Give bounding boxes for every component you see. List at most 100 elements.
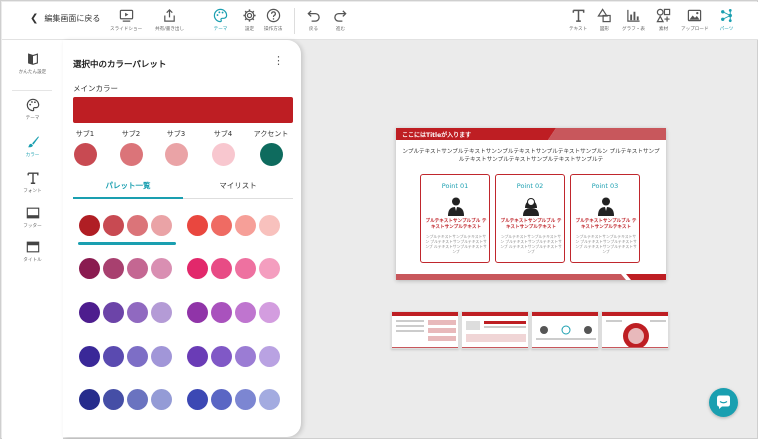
palette-swatch <box>211 302 232 323</box>
theme-label: テーマ <box>213 27 228 32</box>
rail-label-theme: テーマ <box>25 116 40 121</box>
palette-swatch <box>103 215 124 236</box>
rail-item-footer[interactable]: フッター <box>2 206 63 229</box>
sub-color-4[interactable]: サブ4 <box>205 129 241 166</box>
palette-swatch <box>211 346 232 367</box>
top-toolbar: ❮ 編集画面に戻る スライドショー 共有/書き出し テーマ 設定 操作方法 戻る <box>2 2 758 40</box>
palette-icon <box>213 8 228 23</box>
bar-chart-icon <box>627 9 640 22</box>
palette-row[interactable] <box>79 258 289 280</box>
rail-label-title: タイトル <box>23 258 42 263</box>
slide-thumbnail-2[interactable] <box>461 311 529 349</box>
rail-label-easy-setup: かんたん設定 <box>18 70 47 75</box>
share-icon <box>164 9 175 22</box>
palette-icon <box>26 98 39 112</box>
slide-thumbnail-3[interactable] <box>531 311 599 349</box>
slide-body-text: ンプルテキストサンプルテキストサンンプルテキストサンプルテキストサンプルン プル… <box>402 149 660 163</box>
upload-button[interactable]: アップロード <box>681 8 709 32</box>
sub-color-3[interactable]: サブ3 <box>158 129 194 166</box>
tab-palette-list[interactable]: パレット一覧 <box>73 180 183 198</box>
palette-row[interactable] <box>79 346 289 368</box>
settings-label: 設定 <box>244 27 255 32</box>
settings-rail: かんたん設定 テーマ カラー フォント フッター タイトル <box>2 40 63 439</box>
share-export-button[interactable]: 共有/書き出し <box>155 8 184 32</box>
undo-icon <box>307 10 320 22</box>
palette-swatch <box>187 258 208 279</box>
gear-icon <box>243 9 256 22</box>
slide-canvas[interactable]: ここにはTitleが入ります ンプルテキストサンプルテキストサンンプルテキストサ… <box>396 128 666 280</box>
palette-swatch <box>79 389 100 410</box>
sub-color-1[interactable]: サブ1 <box>67 129 103 166</box>
chat-support-button[interactable] <box>709 388 738 417</box>
rail-item-color[interactable]: カラー <box>2 135 63 158</box>
palette-swatch <box>127 389 148 410</box>
point-card-text: ンプルテキストサンプルテキストサン プルテキストサンプルテキストサンプ ルテキス… <box>425 234 487 254</box>
thumbnail-preview <box>392 312 458 348</box>
share-export-label: 共有/書き出し <box>155 27 185 32</box>
rail-label-color: カラー <box>25 153 40 158</box>
palette-swatch <box>151 302 172 323</box>
palette-swatch <box>127 302 148 323</box>
palette-swatch <box>79 302 100 323</box>
accent-color[interactable]: アクセント <box>253 129 289 166</box>
main-color-label: メインカラー <box>73 84 118 93</box>
brush-icon <box>27 136 39 148</box>
palette-swatch <box>103 258 124 279</box>
settings-button[interactable]: 設定 <box>242 8 257 32</box>
tab-my-list[interactable]: マイリスト <box>183 180 293 198</box>
more-menu-icon[interactable]: ⋮ <box>273 54 284 67</box>
sub-color-label: サブ3 <box>166 130 186 138</box>
tab-active-indicator <box>73 197 183 199</box>
point-card-2: Point 02 ブルテキストサンプルブル テキストサンプルテキスト ンプルテキ… <box>495 174 565 263</box>
sub-color-swatch <box>73 143 97 166</box>
rail-item-theme[interactable]: テーマ <box>2 98 63 121</box>
sub-color-label: サブ1 <box>75 130 95 138</box>
palette-row[interactable] <box>79 389 289 411</box>
slideshow-icon <box>119 9 133 22</box>
font-icon <box>26 172 39 184</box>
redo-label: 進む <box>335 27 346 32</box>
shape-tool-button[interactable]: 図形 <box>597 8 612 32</box>
rail-item-font[interactable]: フォント <box>2 171 63 194</box>
help-button[interactable]: 操作方法 <box>264 8 282 32</box>
materials-label: 素材 <box>658 27 669 32</box>
thumbnail-preview <box>532 312 598 348</box>
text-tool-button[interactable]: テキスト <box>569 8 587 32</box>
palette-row[interactable] <box>79 215 289 237</box>
palette-swatch <box>79 258 100 279</box>
main-color-swatch[interactable] <box>73 97 293 123</box>
materials-button[interactable]: 素材 <box>656 8 671 32</box>
redo-icon <box>334 10 347 22</box>
rail-label-font: フォント <box>23 189 42 194</box>
palette-swatch <box>187 302 208 323</box>
theme-button[interactable]: テーマ <box>213 8 228 32</box>
back-to-editor-link[interactable]: ❮ 編集画面に戻る <box>30 13 100 24</box>
palette-swatch <box>187 389 208 410</box>
sub-color-2[interactable]: サブ2 <box>113 129 149 166</box>
rail-label-footer: フッター <box>23 224 42 229</box>
title-layout-icon <box>26 241 39 253</box>
text-tool-label: テキスト <box>569 27 588 32</box>
undo-button[interactable]: 戻る <box>306 8 321 32</box>
point-card-title: Point 02 <box>516 182 544 190</box>
palette-swatch <box>259 389 280 410</box>
image-upload-icon <box>688 9 702 22</box>
businessman-icon <box>448 197 464 216</box>
slide-thumbnail-1[interactable] <box>391 311 459 349</box>
chart-table-button[interactable]: グラフ・表 <box>622 8 645 32</box>
point-card-3: Point 03 ブルテキストサンプルブル テキストサンプルテキスト ンプルテキ… <box>570 174 640 263</box>
parts-button[interactable]: パーツ <box>719 8 734 32</box>
rail-item-easy-setup[interactable]: かんたん設定 <box>2 52 63 75</box>
sub-color-swatch <box>164 143 188 166</box>
palette-swatch <box>259 346 280 367</box>
palette-row[interactable] <box>79 302 289 324</box>
palette-swatch <box>211 258 232 279</box>
easy-setup-icon <box>27 53 38 65</box>
palette-swatch <box>103 389 124 410</box>
redo-button[interactable]: 進む <box>333 8 348 32</box>
slide-thumbnail-4[interactable] <box>601 311 669 349</box>
palette-swatch <box>259 302 280 323</box>
point-card-title: Point 01 <box>441 182 469 190</box>
slideshow-button[interactable]: スライドショー <box>110 8 142 32</box>
rail-item-title[interactable]: タイトル <box>2 240 63 263</box>
